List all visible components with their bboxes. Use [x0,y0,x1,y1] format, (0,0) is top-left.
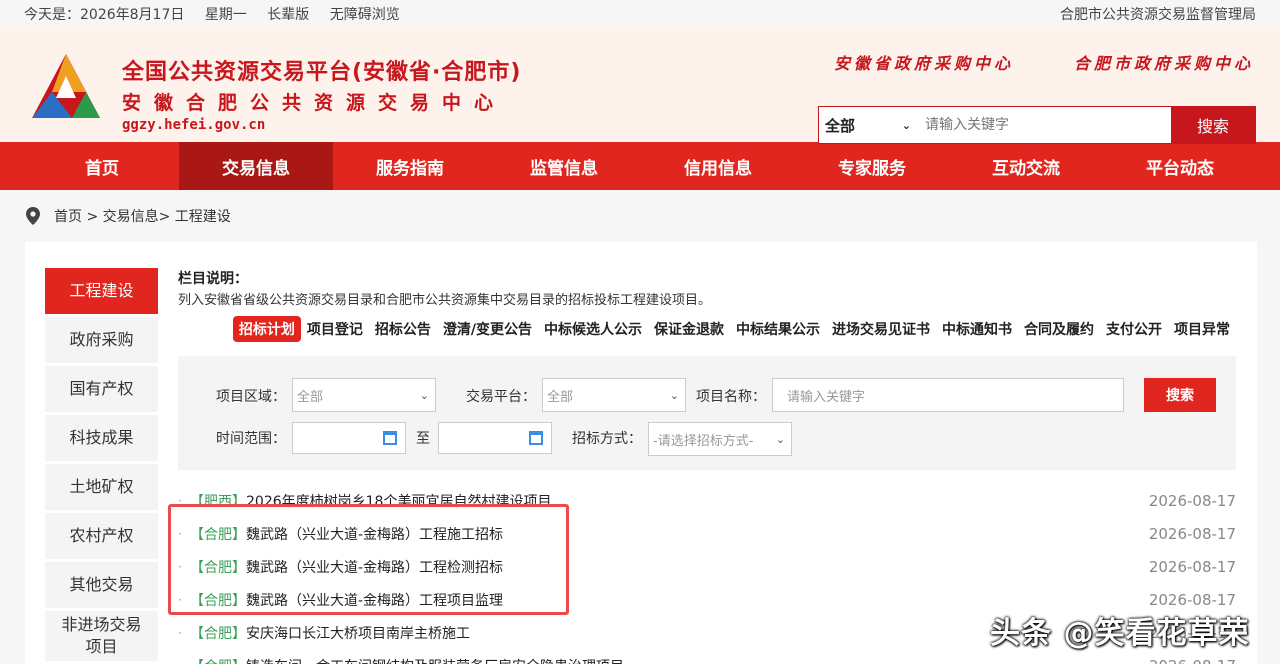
sidebar-item-tech-results[interactable]: 科技成果 [45,415,158,461]
region-label: 项目区域： [216,389,286,405]
weekday: 星期一 [204,7,247,23]
watermark: 头条 @笑看花草荣 [990,616,1250,651]
platform-label: 交易平台： [466,389,536,405]
project-date: 2026-08-17 [1149,657,1236,664]
sidebar-item-rural-property[interactable]: 农村产权 [45,513,158,559]
main-nav: 首页 交易信息 服务指南 监管信息 信用信息 专家服务 互动交流 平台动态 [0,142,1280,190]
time-range-label: 时间范围： [216,431,286,447]
nav-home[interactable]: 首页 [25,142,179,190]
site-brand: 全国公共资源交易平台(安徽省·合肥市) 安徽合肥公共资源交易中心 ggzy.he… [122,54,521,133]
site-domain: ggzy.hefei.gov.cn [122,117,266,133]
sidebar-item-state-property[interactable]: 国有产权 [45,366,158,412]
tab-project-registration[interactable]: 项目登记 [301,316,369,342]
breadcrumb-path[interactable]: 首页 > 交易信息> 工程建设 [54,206,231,226]
tab-project-exception[interactable]: 项目异常 [1168,316,1236,342]
tab-tender-notice[interactable]: 招标公告 [369,316,437,342]
platform-select[interactable]: 全部 ⌄ [542,378,686,412]
tender-method-value: -请选择招标方式- [653,433,754,449]
header-search-input[interactable] [919,107,1171,143]
site-title: 全国公共资源交易平台(安徽省·合肥市) [122,60,522,85]
current-date: 今天是：2026年8月17日 [24,7,185,23]
filter-panel: 项目区域： 全部 ⌄ 交易平台： 全部 ⌄ 项目名称： 请输入关键字 搜索 时间… [178,356,1236,470]
tab-deposit-refund[interactable]: 保证金退款 [648,316,730,342]
nav-platform-news[interactable]: 平台动态 [1103,142,1257,190]
sidebar-item-other-trade[interactable]: 其他交易 [45,562,158,608]
filter-search-button[interactable]: 搜索 [1144,378,1216,412]
end-date-input[interactable] [438,422,552,454]
tab-result-notice[interactable]: 中标结果公示 [730,316,826,342]
project-title[interactable]: 安庆海口长江大桥项目南岸主桥施工 [246,623,470,643]
start-date-input[interactable] [292,422,406,454]
calendar-icon[interactable] [529,431,543,445]
site-header: 全国公共资源交易平台(安徽省·合肥市) 安徽合肥公共资源交易中心 ggzy.he… [0,28,1280,144]
nav-credit-info[interactable]: 信用信息 [641,142,795,190]
region-select[interactable]: 全部 ⌄ [292,378,436,412]
region-tag: 【合肥】 [190,625,246,642]
project-date: 2026-08-17 [1148,491,1236,510]
tab-payment[interactable]: 支付公开 [1100,316,1168,342]
sub-tabs: 招标计划 项目登记 招标公告 澄清/变更公告 中标候选人公示 保证金退款 中标结… [178,316,1236,342]
accessible-browse-link[interactable]: 无障碍浏览 [330,7,400,23]
chevron-down-icon: ⌄ [775,432,785,446]
calendar-icon[interactable] [383,431,397,445]
project-name-input[interactable]: 请输入关键字 [772,378,1124,412]
sidebar-item-engineering[interactable]: 工程建设 [45,268,158,314]
sidebar-item-label: 非进场交易项目 [61,615,142,656]
search-scope-value: 全部 [825,116,856,135]
to-label: 至 [416,431,430,447]
authority-link[interactable]: 合肥市公共资源交易监督管理局 [1060,4,1256,24]
tab-tender-plan[interactable]: 招标计划 [232,316,301,342]
anhui-procurement-center-link[interactable]: 安徽省政府采购中心 [834,50,1014,74]
nav-trade-info[interactable]: 交易信息 [179,142,333,190]
tab-contract[interactable]: 合同及履约 [1018,316,1100,342]
site-logo-icon[interactable] [28,50,104,126]
region-tag: 【合肥】 [190,656,246,664]
tab-witness-certificate[interactable]: 进场交易见证书 [826,316,936,342]
chevron-down-icon: ⌄ [901,118,911,132]
tender-method-label: 招标方式： [572,431,642,447]
nav-expert-service[interactable]: 专家服务 [795,142,949,190]
sidebar-item-off-site-trade[interactable]: 非进场交易项目 [45,611,158,661]
location-pin-icon [26,207,40,225]
column-desc-text: 列入安徽省省级公共资源交易目录和合肥市公共资源集中交易目录的招标投标工程建设项目… [178,293,712,308]
nav-service-guide[interactable]: 服务指南 [333,142,487,190]
region-value: 全部 [297,389,324,405]
header-search-button[interactable]: 搜索 [1171,107,1255,143]
hefei-procurement-center-link[interactable]: 合肥市政府采购中心 [1074,50,1254,74]
platform-value: 全部 [547,389,574,405]
nav-interaction[interactable]: 互动交流 [949,142,1103,190]
project-date: 2026-08-17 [1148,590,1236,609]
column-desc-title: 栏目说明： [178,271,248,287]
nav-supervision-info[interactable]: 监管信息 [487,142,641,190]
site-subtitle: 安徽合肥公共资源交易中心 [122,92,507,114]
elder-mode-link[interactable]: 长辈版 [267,7,309,23]
chevron-down-icon: ⌄ [669,388,679,402]
bullet-icon: · [178,659,190,664]
bullet-icon: · [178,625,182,640]
sidebar-item-land-mining[interactable]: 土地矿权 [45,464,158,510]
tender-method-select[interactable]: -请选择招标方式- ⌄ [648,422,792,456]
category-sidebar: 工程建设 政府采购 国有产权 科技成果 土地矿权 农村产权 其他交易 非进场交易… [45,268,158,664]
project-date: 2026-08-17 [1148,557,1236,576]
search-scope-select[interactable]: 全部 ⌄ [819,107,919,143]
header-search: 全部 ⌄ 搜索 [818,106,1256,144]
project-name-label: 项目名称： [696,389,766,405]
tab-award-notice[interactable]: 中标通知书 [936,316,1018,342]
sidebar-item-gov-procurement[interactable]: 政府采购 [45,317,158,363]
highlight-box [168,504,569,615]
project-date: 2026-08-17 [1148,524,1236,543]
procurement-centers: 安徽省政府采购中心 合肥市政府采购中心 [834,50,1254,74]
project-title[interactable]: 铸造车间、金工车间钢结构及服装营务厂房安全隐患治理项目 [246,656,624,664]
tab-clarification[interactable]: 澄清/变更公告 [437,316,538,342]
top-bar: 今天是：2026年8月17日 星期一 长辈版 无障碍浏览 合肥市公共资源交易监督… [0,0,1280,28]
breadcrumb: 首页 > 交易信息> 工程建设 [0,190,1280,242]
chevron-down-icon: ⌄ [419,388,429,402]
tab-candidate-notice[interactable]: 中标候选人公示 [538,316,648,342]
